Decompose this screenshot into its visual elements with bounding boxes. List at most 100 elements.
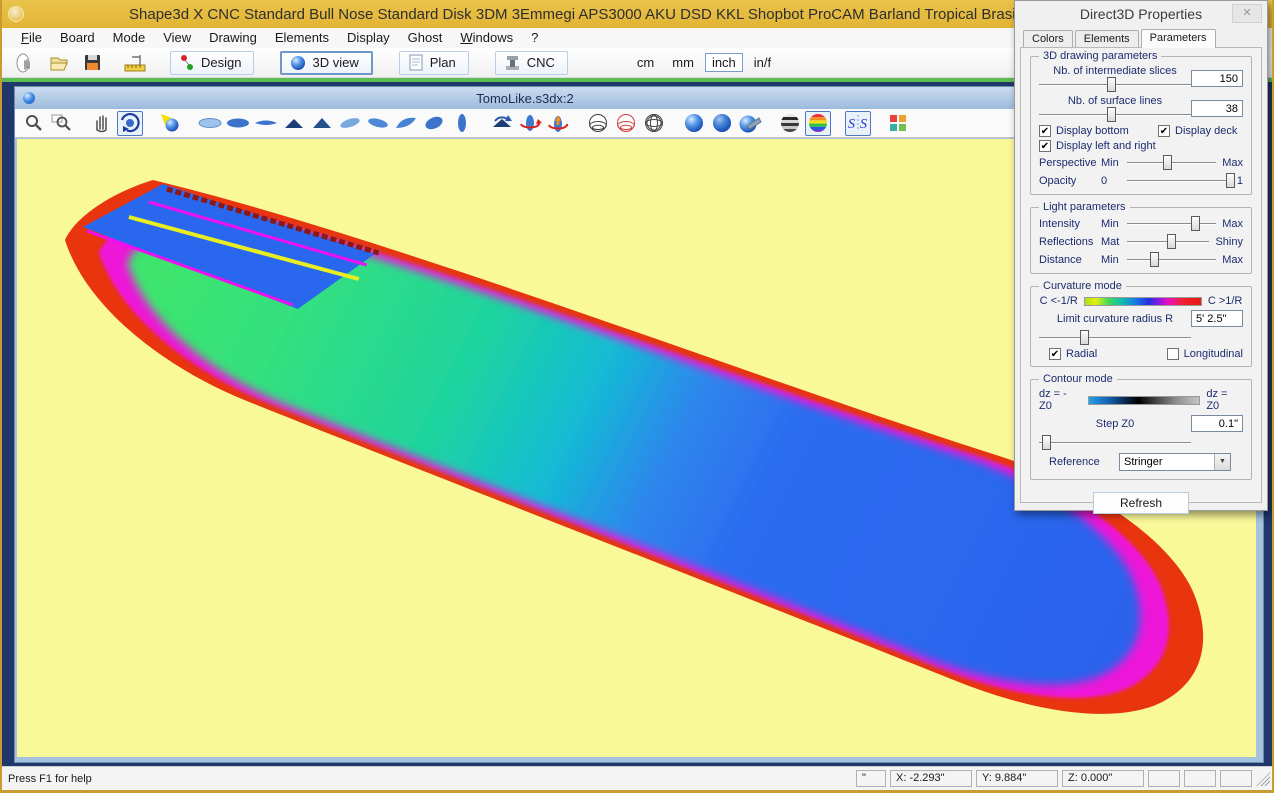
step-z0-slider[interactable] — [1039, 435, 1191, 450]
contour-right-label: dz = Z0 — [1206, 388, 1243, 412]
rotate-vertical-icon[interactable] — [545, 111, 571, 136]
menu-display[interactable]: Display — [338, 28, 399, 48]
window-title: Shape3d X CNC Standard Bull Nose Standar… — [24, 6, 1036, 23]
cnc-button[interactable]: CNC — [495, 51, 568, 75]
wire-sphere-red-icon[interactable] — [613, 111, 639, 136]
menu-elements[interactable]: Elements — [266, 28, 338, 48]
wire-sphere-icon[interactable] — [585, 111, 611, 136]
opacity-slider[interactable] — [1127, 173, 1231, 188]
plan-button[interactable]: Plan — [399, 51, 469, 75]
new-board-icon[interactable] — [12, 51, 38, 75]
chevron-down-icon[interactable]: ▼ — [1214, 454, 1230, 470]
radius-slider[interactable] — [1039, 330, 1191, 345]
menu-mode[interactable]: Mode — [104, 28, 155, 48]
intensity-slider[interactable] — [1127, 216, 1216, 231]
striped-sphere-icon[interactable] — [777, 111, 803, 136]
solid-sphere-dark-icon[interactable] — [709, 111, 735, 136]
radial-checkbox[interactable]: ✔ — [1049, 348, 1061, 360]
direct3d-properties-panel: Direct3D Properties ✕ Colors Elements Pa… — [1014, 0, 1268, 511]
rotate-horizontal-icon[interactable] — [517, 111, 543, 136]
slices-slider[interactable] — [1039, 77, 1191, 92]
tile-colors-icon[interactable] — [885, 111, 911, 136]
menu-file[interactable]: File — [12, 28, 51, 48]
view-persp-3-icon[interactable] — [393, 111, 419, 136]
wire-mesh-sphere-icon[interactable] — [641, 111, 667, 136]
curvature-gradient-bar — [1084, 297, 1202, 306]
view-nose-icon[interactable] — [281, 111, 307, 136]
view-tail-icon[interactable] — [309, 111, 335, 136]
paint-sphere-icon[interactable] — [737, 111, 763, 136]
svg-text:S: S — [860, 117, 867, 132]
menu-view[interactable]: View — [154, 28, 200, 48]
solid-sphere-icon[interactable] — [681, 111, 707, 136]
view-front-icon[interactable] — [449, 111, 475, 136]
save-icon[interactable] — [80, 51, 106, 75]
rotate-3d-icon[interactable] — [117, 111, 143, 136]
contour-left-label: dz = - Z0 — [1039, 388, 1082, 412]
menu-help[interactable]: ? — [522, 28, 547, 48]
group-light-parameters: Light parameters Intensity Min Max Refle… — [1030, 207, 1252, 274]
measure-icon[interactable] — [122, 51, 148, 75]
document-sphere-icon — [23, 92, 35, 104]
surface-lines-input[interactable]: 38 — [1191, 100, 1243, 117]
radius-label: Limit curvature radius R — [1039, 313, 1191, 325]
reference-dropdown[interactable]: Stringer ▼ — [1119, 453, 1231, 471]
status-y-cell: Y: 9.884" — [976, 770, 1058, 787]
design-icon — [179, 54, 195, 71]
rotate-flip-icon[interactable] — [489, 111, 515, 136]
surface-lines-slider[interactable] — [1039, 107, 1191, 122]
panel-title: Direct3D Properties — [1015, 1, 1267, 27]
surface-lines-label: Nb. of surface lines — [1068, 95, 1162, 107]
distance-label: Distance — [1039, 254, 1101, 266]
status-x-cell: X: -2.293" — [890, 770, 972, 787]
zoom-icon[interactable] — [21, 111, 47, 136]
display-left-right-checkbox[interactable]: ✔ — [1039, 140, 1051, 152]
menu-ghost[interactable]: Ghost — [399, 28, 452, 48]
zoom-window-icon[interactable] — [49, 111, 75, 136]
view-persp-4-icon[interactable] — [421, 111, 447, 136]
status-empty-cell — [1220, 770, 1252, 787]
tab-colors[interactable]: Colors — [1023, 30, 1073, 47]
curvature-left-label: C <-1/R — [1040, 295, 1078, 307]
group-curvature-mode: Curvature mode C <-1/R C >1/R Limit curv… — [1030, 286, 1252, 367]
menu-drawing[interactable]: Drawing — [200, 28, 266, 48]
tab-elements[interactable]: Elements — [1075, 30, 1139, 47]
slices-input[interactable]: 150 — [1191, 70, 1243, 87]
reflections-slider[interactable] — [1127, 234, 1209, 249]
refresh-button[interactable]: Refresh — [1093, 492, 1189, 514]
menu-board[interactable]: Board — [51, 28, 104, 48]
curvature-ss-icon[interactable]: SS — [845, 111, 871, 136]
perspective-slider[interactable] — [1127, 155, 1216, 170]
status-empty-cell — [1184, 770, 1216, 787]
step-z0-input[interactable]: 0.1" — [1191, 415, 1243, 432]
rainbow-sphere-icon[interactable] — [805, 111, 831, 136]
view-bottom-icon[interactable] — [225, 111, 251, 136]
group-3d-drawing-parameters: 3D drawing parameters Nb. of intermediat… — [1030, 56, 1252, 195]
display-deck-checkbox[interactable]: ✔ — [1158, 125, 1170, 137]
opacity-label: Opacity — [1039, 175, 1101, 187]
view-persp-1-icon[interactable] — [337, 111, 363, 136]
pan-hand-icon[interactable] — [89, 111, 115, 136]
longitudinal-checkbox[interactable] — [1167, 348, 1179, 360]
distance-slider[interactable] — [1127, 252, 1216, 267]
view-persp-2-icon[interactable] — [365, 111, 391, 136]
curvature-right-label: C >1/R — [1208, 295, 1243, 307]
status-z-cell: Z: 0.000" — [1062, 770, 1144, 787]
menu-windows[interactable]: Windows — [451, 28, 522, 48]
light-icon[interactable] — [157, 111, 183, 136]
unit-mm[interactable]: mm — [665, 53, 701, 72]
tab-parameters[interactable]: Parameters — [1141, 29, 1216, 48]
view3d-button[interactable]: 3D view — [280, 51, 372, 75]
view-top-icon[interactable] — [197, 111, 223, 136]
view-side-icon[interactable] — [253, 111, 279, 136]
design-button[interactable]: Design — [170, 51, 254, 75]
unit-inch[interactable]: inch — [705, 53, 743, 72]
display-bottom-checkbox[interactable]: ✔ — [1039, 125, 1051, 137]
close-icon[interactable]: ✕ — [1232, 4, 1262, 23]
unit-cm[interactable]: cm — [630, 53, 661, 72]
unit-inf[interactable]: in/f — [747, 53, 778, 72]
radius-input[interactable]: 5' 2.5" — [1191, 310, 1243, 327]
open-folder-icon[interactable] — [46, 51, 72, 75]
resize-grip[interactable] — [1256, 772, 1270, 786]
plan-icon — [408, 54, 424, 71]
